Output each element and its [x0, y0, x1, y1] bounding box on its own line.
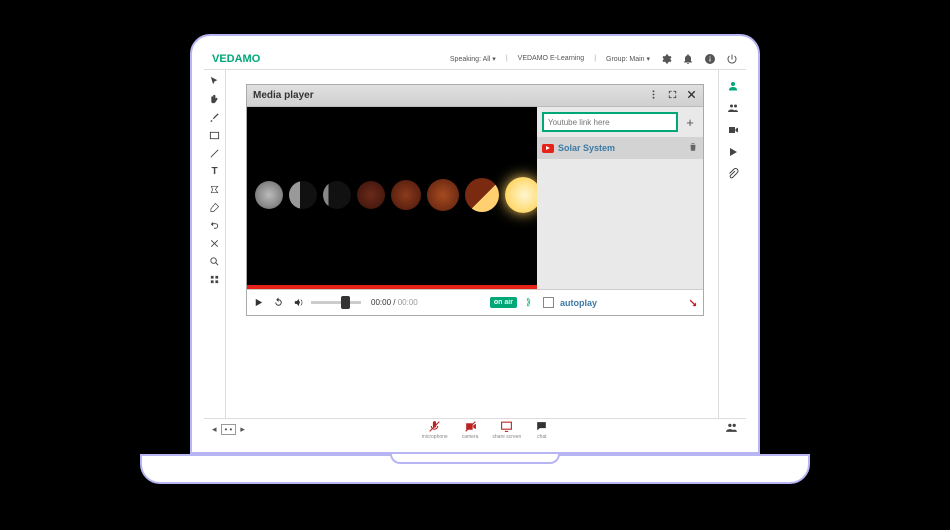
add-video-button[interactable]: + — [682, 114, 698, 130]
user-active-icon[interactable] — [725, 78, 741, 94]
autoplay-row: autoplay — [537, 289, 703, 315]
info-icon[interactable] — [704, 53, 716, 65]
undo-tool[interactable] — [208, 218, 222, 232]
add-video-row: + — [537, 107, 703, 137]
camera-icon[interactable] — [725, 122, 741, 138]
chat-button[interactable]: chat — [535, 420, 548, 440]
playlist-area: + Solar System autoplay — [537, 107, 703, 315]
playlist-item-title: Solar System — [558, 143, 684, 153]
autoplay-checkbox[interactable] — [543, 297, 554, 308]
media-player-header[interactable]: Media player — [247, 85, 703, 107]
pager-page[interactable]: • • — [221, 424, 237, 435]
brand-logo: VEDAMO — [212, 53, 260, 65]
left-toolbar: T — [204, 70, 226, 418]
pager-prev[interactable]: ◂ — [212, 424, 217, 435]
delete-item-button[interactable] — [688, 139, 698, 157]
users-icon[interactable] — [725, 100, 741, 116]
attachment-icon[interactable] — [725, 166, 741, 182]
video-area: 00:00 / 00:00 on air ⟫ — [247, 107, 537, 315]
share-screen-button[interactable]: share screen — [492, 420, 521, 440]
participants-icon[interactable] — [725, 421, 738, 439]
bell-icon[interactable] — [682, 53, 694, 65]
right-toolbar — [718, 70, 746, 418]
replay-button[interactable] — [271, 296, 285, 310]
speaking-selector[interactable]: Speaking: All ▾ — [450, 55, 496, 63]
zoom-tool[interactable] — [208, 254, 222, 268]
bottom-left: ◂ • • ▸ — [212, 424, 245, 435]
app-screen: VEDAMO Speaking: All ▾ | VEDAMO E-Learni… — [204, 48, 746, 440]
volume-slider[interactable] — [311, 301, 361, 304]
line-tool[interactable] — [208, 146, 222, 160]
microphone-button[interactable]: microphone — [422, 420, 448, 440]
menu-icon[interactable] — [648, 87, 659, 105]
video-canvas[interactable] — [247, 107, 537, 285]
broadcast-icon[interactable]: ⟫ — [526, 297, 531, 308]
play-media-icon[interactable] — [725, 144, 741, 160]
youtube-link-input[interactable] — [542, 112, 678, 132]
volume-thumb[interactable] — [341, 296, 350, 309]
content-area: T Media player — [204, 70, 746, 418]
autoplay-label: autoplay — [560, 298, 680, 308]
time-display: 00:00 / 00:00 — [371, 298, 418, 307]
top-bar: VEDAMO Speaking: All ▾ | VEDAMO E-Learni… — [204, 48, 746, 70]
cursor-tool[interactable] — [208, 74, 222, 88]
laptop-notch — [390, 454, 560, 464]
moon-phases-image — [255, 177, 537, 213]
power-icon[interactable] — [726, 53, 738, 65]
video-controls: 00:00 / 00:00 on air ⟫ — [247, 289, 537, 315]
whiteboard-area[interactable]: Media player — [226, 70, 718, 418]
clear-tool[interactable] — [208, 236, 222, 250]
group-selector[interactable]: Group: Main ▾ — [606, 55, 650, 63]
play-button[interactable] — [251, 296, 265, 310]
math-tool[interactable] — [208, 182, 222, 196]
eraser-tool[interactable] — [208, 200, 222, 214]
bottom-bar: ◂ • • ▸ microphone camera share screen — [204, 418, 746, 440]
laptop-frame: VEDAMO Speaking: All ▾ | VEDAMO E-Learni… — [190, 34, 760, 454]
volume-icon[interactable] — [291, 296, 305, 310]
gear-icon[interactable] — [660, 53, 672, 65]
media-body: 00:00 / 00:00 on air ⟫ + — [247, 107, 703, 315]
hand-tool[interactable] — [208, 92, 222, 106]
camera-button[interactable]: camera — [462, 420, 479, 440]
youtube-icon — [542, 144, 554, 153]
top-right-cluster: Speaking: All ▾ | VEDAMO E-Learning | Gr… — [450, 53, 738, 65]
close-icon[interactable] — [686, 87, 697, 105]
resize-handle-icon[interactable] — [686, 294, 697, 312]
brush-tool[interactable] — [208, 110, 222, 124]
bottom-center: microphone camera share screen chat — [245, 420, 725, 440]
fullscreen-icon[interactable] — [667, 87, 678, 105]
media-player-panel: Media player — [246, 84, 704, 316]
onair-badge: on air — [490, 297, 517, 308]
media-player-title: Media player — [253, 90, 314, 101]
grid-tool[interactable] — [208, 272, 222, 286]
playlist-item[interactable]: Solar System — [537, 137, 703, 159]
shape-tool[interactable] — [208, 128, 222, 142]
learning-label: VEDAMO E-Learning — [518, 55, 585, 62]
text-tool[interactable]: T — [208, 164, 222, 178]
